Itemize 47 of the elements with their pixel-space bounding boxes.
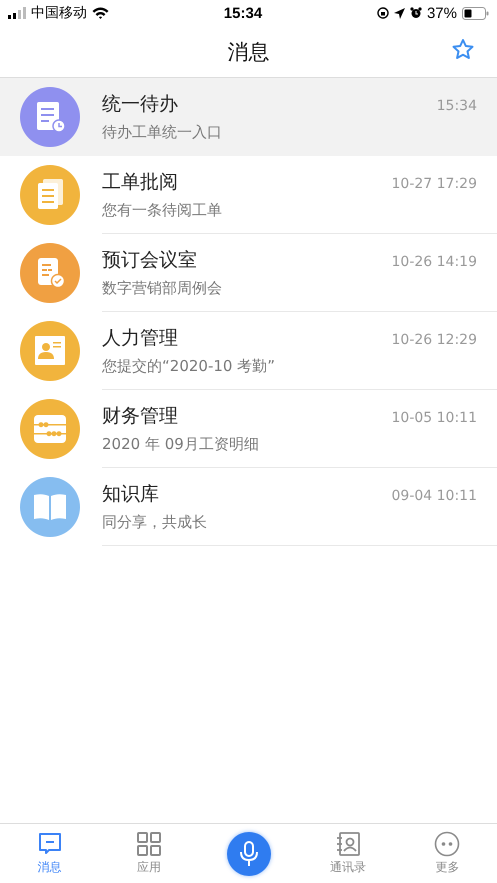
favorites-button[interactable] [451, 38, 475, 61]
message-preview: 同分享，共成长 [102, 513, 208, 532]
message-title: 知识库 [102, 482, 159, 507]
wifi-icon [92, 7, 109, 19]
message-time: 10-05 10:11 [392, 410, 477, 426]
message-title: 财务管理 [102, 404, 178, 429]
message-preview: 数字营销部周例会 [102, 279, 223, 298]
tab[interactable]: 更多 [434, 831, 460, 876]
message-preview: 待办工单统一入口 [102, 123, 223, 142]
message-time: 09-04 10:11 [392, 488, 477, 504]
tab-label: 消息 [38, 859, 62, 876]
tab-label: 通讯录 [330, 859, 366, 876]
rotation-lock-icon [376, 7, 389, 19]
message-time: 10-26 12:29 [392, 332, 477, 348]
message-row[interactable]: 统一待办 15:34 待办工单统一入口 [0, 78, 497, 156]
tab[interactable]: 消息 [36, 831, 63, 876]
alarm-icon [410, 7, 422, 19]
message-preview: 您有一条待阅工单 [102, 201, 223, 220]
chat-bubble-icon [36, 831, 63, 857]
message-title: 人力管理 [102, 326, 178, 351]
dots-circle-icon [434, 831, 460, 857]
message-row[interactable]: 财务管理 10-05 10:11 2020 年 09月工资明细 [0, 390, 497, 468]
tab-label: 更多 [435, 859, 460, 876]
message-time: 10-26 14:19 [392, 254, 477, 270]
signal-icon [8, 7, 26, 19]
battery-percent: 37% [426, 4, 457, 22]
voice-button[interactable] [226, 832, 271, 876]
message-title: 统一待办 [102, 92, 178, 117]
message-row[interactable]: 人力管理 10-26 12:29 您提交的“2020-10 考勤” [0, 312, 497, 390]
message-preview: 2020 年 09月工资明细 [102, 435, 260, 454]
message-preview: 您提交的“2020-10 考勤” [102, 357, 276, 376]
contact-card-icon [334, 831, 361, 857]
message-time: 10-27 17:29 [392, 176, 477, 192]
message-row[interactable]: 知识库 09-04 10:11 同分享，共成长 [0, 468, 497, 546]
location-icon [394, 8, 405, 18]
message-title: 工单批阅 [102, 170, 178, 195]
microphone-icon [238, 840, 260, 868]
grid-icon [136, 831, 162, 857]
message-title: 预订会议室 [102, 248, 197, 273]
battery-icon [462, 6, 489, 20]
message-row[interactable]: 工单批阅 10-27 17:29 您有一条待阅工单 [0, 156, 497, 234]
tab-label: 应用 [137, 859, 162, 876]
message-time: 15:34 [436, 98, 477, 114]
status-time: 15:34 [224, 4, 262, 22]
message-row[interactable]: 预订会议室 10-26 14:19 数字营销部周例会 [0, 234, 497, 312]
page-title: 消息 [228, 38, 270, 66]
carrier-name: 中国移动 [31, 4, 87, 22]
